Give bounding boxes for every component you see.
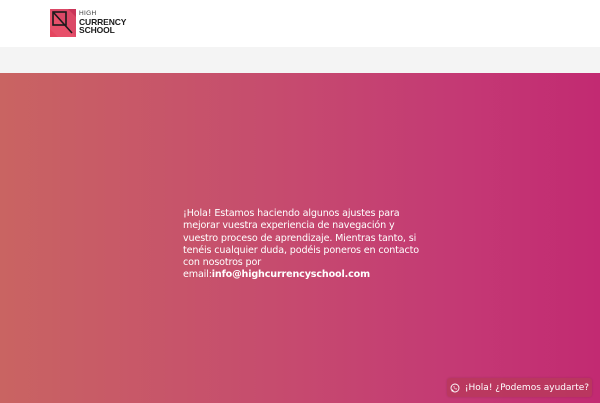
chat-button-label: ¡Hola! ¿Podemos ayudarte?: [464, 382, 590, 393]
whatsapp-chat-button[interactable]: ¡Hola! ¿Podemos ayudarte?: [447, 378, 592, 397]
header-subbar: [0, 47, 600, 73]
logo-wordmark: HIGH CURRENCY SCHOOL: [79, 10, 126, 35]
maintenance-hero: ¡Hola! Estamos haciendo algunos ajustes …: [0, 73, 600, 403]
maintenance-message: ¡Hola! Estamos haciendo algunos ajustes …: [183, 208, 423, 282]
high-currency-school-logo-icon: [50, 9, 76, 37]
site-header: HIGH CURRENCY SCHOOL: [0, 0, 600, 47]
whatsapp-icon: [450, 383, 460, 392]
contact-email-link[interactable]: info@highcurrencyschool.com: [212, 269, 370, 280]
site-logo-link[interactable]: HIGH CURRENCY SCHOOL: [50, 9, 126, 39]
logo-line-school: SCHOOL: [79, 25, 115, 35]
